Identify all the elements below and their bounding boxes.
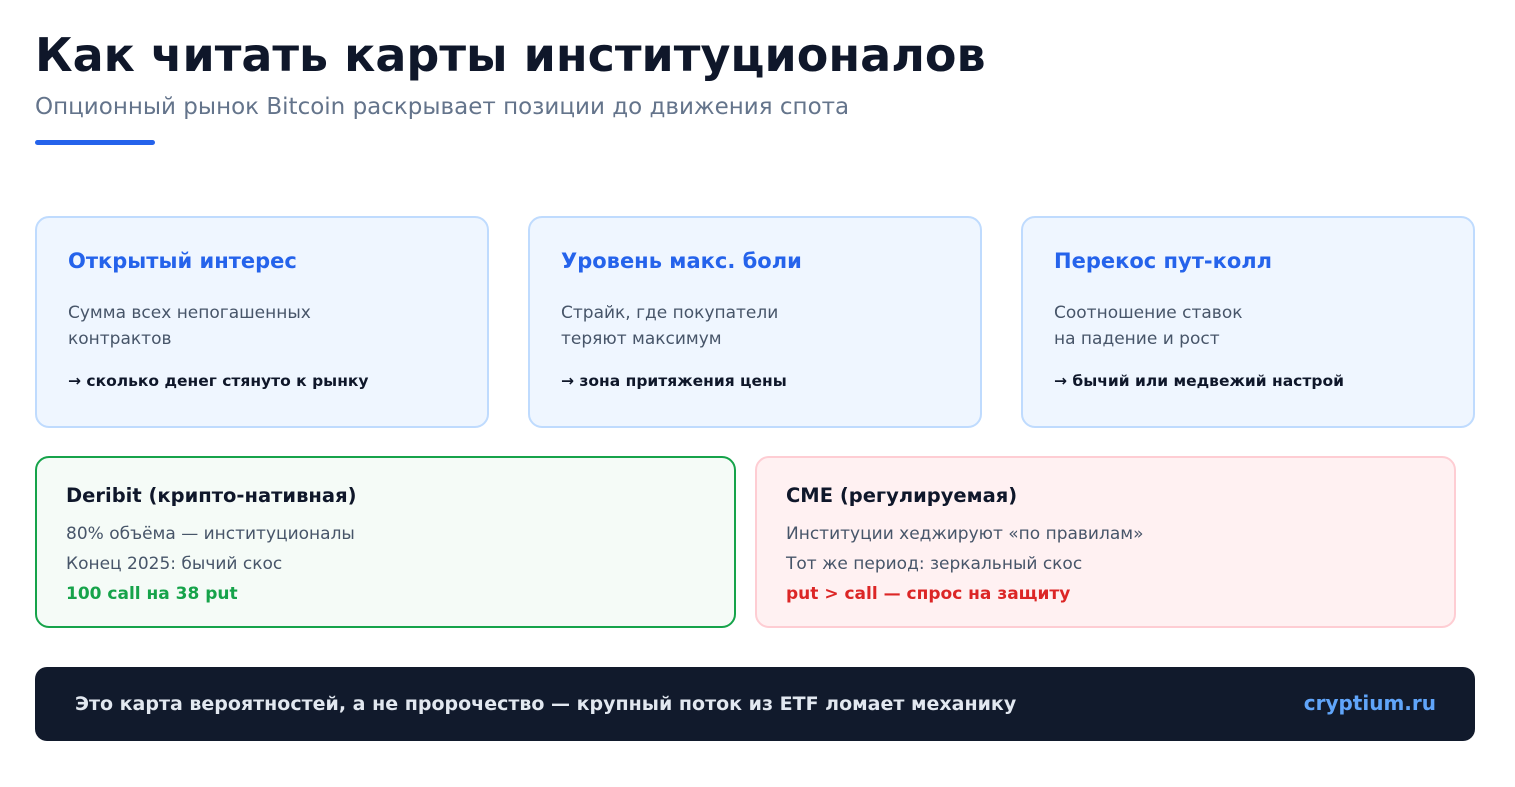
- exchange-title: CME (регулируемая): [786, 484, 1018, 507]
- page-subtitle: Опционный рынок Bitcoin раскрывает позиц…: [35, 94, 850, 120]
- exchange-title: Deribit (крипто-нативная): [66, 484, 357, 507]
- card-open-interest: Открытый интерес Сумма всех непогашенных…: [35, 216, 489, 428]
- card-description: Соотношение ставок на падение и рост: [1054, 300, 1243, 352]
- card-put-call-skew: Перекос пут-колл Соотношение ставок на п…: [1021, 216, 1475, 428]
- card-description-line: контрактов: [68, 329, 172, 349]
- brand-link[interactable]: cryptium.ru: [1304, 691, 1436, 715]
- infographic: Как читать карты институционалов Опционн…: [0, 0, 1515, 787]
- exchange-fact: Институции хеджируют «по правилам»: [786, 524, 1144, 544]
- card-takeaway: → бычий или медвежий настрой: [1054, 372, 1344, 390]
- card-description-line: на падение и рост: [1054, 329, 1220, 349]
- page-title: Как читать карты институционалов: [35, 28, 986, 82]
- card-title: Открытый интерес: [68, 249, 297, 273]
- title-accent-bar: [35, 140, 155, 145]
- card-description: Страйк, где покупатели теряют максимум: [561, 300, 778, 352]
- card-takeaway: → сколько денег стянуто к рынку: [68, 372, 369, 390]
- card-takeaway: → зона притяжения цены: [561, 372, 787, 390]
- exchange-fact: 80% объёма — институционалы: [66, 524, 355, 544]
- card-description-line: Сумма всех непогашенных: [68, 303, 311, 323]
- footer-text: Это карта вероятностей, а не пророчество…: [75, 693, 1017, 715]
- card-title: Перекос пут-колл: [1054, 249, 1273, 273]
- card-description-line: теряют максимум: [561, 329, 722, 349]
- card-title: Уровень макс. боли: [561, 249, 802, 273]
- exchange-fact: Конец 2025: бычий скос: [66, 554, 283, 574]
- card-description-line: Страйк, где покупатели: [561, 303, 779, 323]
- card-description: Сумма всех непогашенных контрактов: [68, 300, 311, 352]
- exchange-highlight: put > call — спрос на защиту: [786, 584, 1071, 604]
- card-cme: CME (регулируемая) Институции хеджируют …: [755, 456, 1456, 628]
- exchange-fact: Тот же период: зеркальный скос: [786, 554, 1083, 574]
- card-max-pain: Уровень макс. боли Страйк, где покупател…: [528, 216, 982, 428]
- card-deribit: Deribit (крипто-нативная) 80% объёма — и…: [35, 456, 736, 628]
- card-description-line: Соотношение ставок: [1054, 303, 1243, 323]
- exchange-highlight: 100 call на 38 put: [66, 584, 238, 604]
- footer-banner: Это карта вероятностей, а не пророчество…: [35, 667, 1475, 741]
